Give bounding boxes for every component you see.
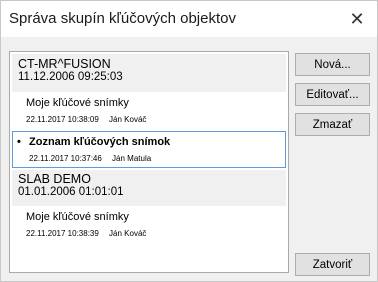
item-meta: 22.11.2017 10:38:39 Ján Kováč [26, 229, 146, 238]
item-meta: 22.11.2017 10:38:09 Ján Kováč [26, 115, 146, 124]
item-user: Ján Matula [112, 154, 152, 163]
close-button[interactable]: Zatvoriť [295, 253, 370, 276]
window-title: Správa skupín kľúčových objektov [9, 10, 236, 27]
key-object-list[interactable]: CT-MR^FUSION 11.12.2006 09:25:03 Moje kľ… [9, 51, 289, 273]
group-header[interactable]: SLAB DEMO 01.01.2006 01:01:01 [12, 170, 286, 206]
item-meta: 22.11.2017 10:37:46 Ján Matula [29, 154, 151, 163]
edit-button[interactable]: Editovať... [295, 83, 370, 106]
list-item-selected[interactable]: • Zoznam kľúčových snímok 22.11.2017 10:… [12, 131, 286, 168]
item-name: Zoznam kľúčových snímok [29, 136, 171, 148]
item-datetime: 22.11.2017 10:38:39 [26, 229, 99, 238]
selected-bullet: • [17, 136, 21, 148]
group-name: CT-MR^FUSION [18, 57, 111, 71]
dialog-window: Správa skupín kľúčových objektov ✕ CT-MR… [0, 0, 378, 282]
dialog-body: CT-MR^FUSION 11.12.2006 09:25:03 Moje kľ… [1, 37, 377, 281]
title-bar: Správa skupín kľúčových objektov ✕ [1, 1, 377, 37]
item-datetime: 22.11.2017 10:37:46 [29, 154, 102, 163]
group-date: 11.12.2006 09:25:03 [18, 71, 123, 83]
close-icon[interactable]: ✕ [337, 1, 377, 37]
group-name: SLAB DEMO [18, 172, 91, 186]
list-item[interactable]: Moje kľúčové snímky 22.11.2017 10:38:09 … [12, 93, 286, 130]
group-header[interactable]: CT-MR^FUSION 11.12.2006 09:25:03 [12, 54, 286, 92]
item-datetime: 22.11.2017 10:38:09 [26, 115, 99, 124]
delete-button[interactable]: Zmazať [295, 113, 370, 136]
item-user: Ján Kováč [109, 229, 147, 238]
item-user: Ján Kováč [109, 115, 147, 124]
new-button[interactable]: Nová... [295, 53, 370, 76]
item-name: Moje kľúčové snímky [26, 97, 129, 109]
item-name: Moje kľúčové snímky [26, 211, 129, 223]
group-date: 01.01.2006 01:01:01 [18, 186, 124, 198]
list-item[interactable]: Moje kľúčové snímky 22.11.2017 10:38:39 … [12, 207, 286, 244]
